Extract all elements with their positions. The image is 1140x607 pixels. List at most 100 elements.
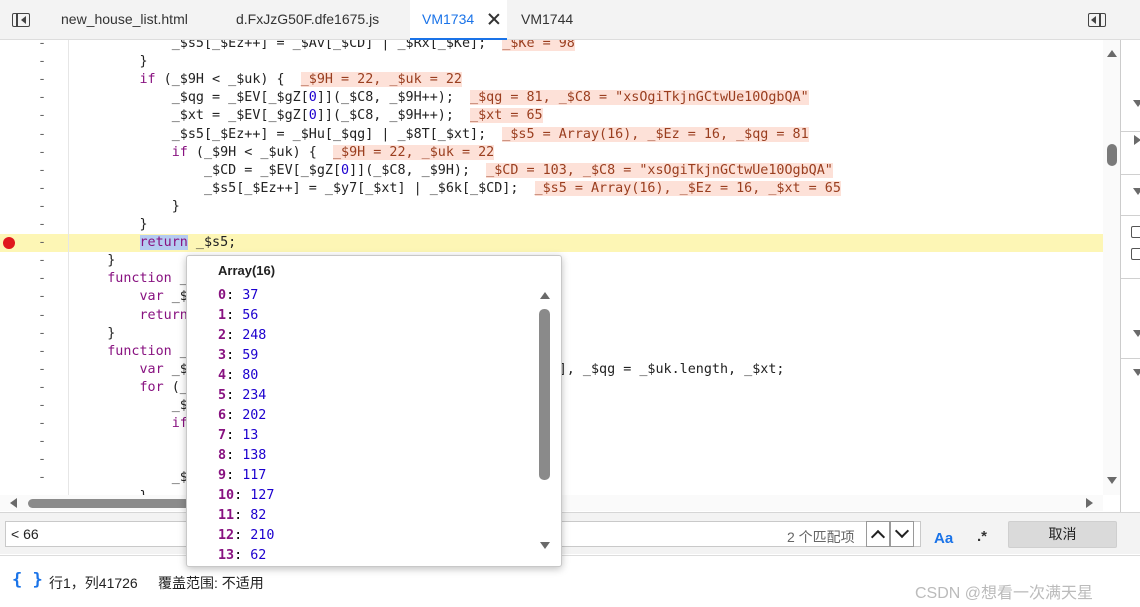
popover-scroll-up-icon[interactable]	[540, 292, 550, 299]
pretty-print-icon[interactable]: { }	[12, 570, 43, 590]
array-entry[interactable]: 7: 13	[218, 426, 258, 446]
line-gutter-mark[interactable]: -	[38, 270, 46, 288]
line-gutter-mark[interactable]: -	[38, 89, 46, 107]
expand-section-icon[interactable]	[1133, 369, 1140, 376]
line-gutter-mark[interactable]: -	[38, 198, 46, 216]
scroll-up-icon[interactable]	[1107, 50, 1117, 57]
scroll-left-icon[interactable]	[10, 498, 17, 508]
option-checkbox[interactable]	[1131, 226, 1140, 238]
inline-value: _$9H = 22, _$uk = 22	[333, 144, 495, 160]
tab-new-house-list[interactable]: new_house_list.html	[61, 0, 188, 39]
code-text: _$xt = _$EV[_$gZ[0]](_$C8, _$9H++); _$xt…	[75, 108, 543, 124]
next-match-button[interactable]	[890, 521, 914, 547]
cancel-button[interactable]: 取消	[1008, 521, 1117, 548]
line-gutter-mark[interactable]: -	[38, 288, 46, 306]
vertical-scroll-thumb[interactable]	[1107, 144, 1117, 166]
code-line[interactable]: - if (_$9H < _$uk) { _$9H = 22, _$uk = 2…	[0, 71, 1103, 89]
line-gutter-mark[interactable]: -	[38, 126, 46, 144]
code-line[interactable]: - _$xt = _$EV[_$gZ[0]](_$C8, _$9H++); _$…	[0, 107, 1103, 125]
line-gutter-mark[interactable]: -	[38, 469, 46, 487]
expand-section-icon[interactable]	[1133, 100, 1140, 107]
line-gutter-mark[interactable]: -	[38, 361, 46, 379]
array-entry[interactable]: 1: 56	[218, 306, 258, 326]
breakpoint-icon[interactable]	[3, 237, 15, 250]
collapse-section-icon[interactable]	[1134, 135, 1140, 145]
array-entry[interactable]: 11: 82	[218, 506, 266, 526]
line-gutter-mark[interactable]: -	[38, 216, 46, 234]
tab-js-file[interactable]: d.FxJzG50F.dfe1675.js	[236, 0, 379, 39]
line-gutter-mark[interactable]: -	[38, 488, 46, 496]
line-gutter-mark[interactable]: -	[38, 252, 46, 270]
array-entry[interactable]: 3: 59	[218, 346, 258, 366]
vertical-scrollbar[interactable]	[1103, 40, 1120, 495]
line-gutter-mark[interactable]: -	[38, 451, 46, 469]
code-line[interactable]: - _$s5[_$Ez++] = _$Av[_$CD] | _$Rx[_$Ke]…	[0, 40, 1103, 53]
array-entry[interactable]: 0: 37	[218, 286, 258, 306]
array-value: 234	[242, 388, 267, 403]
inline-value: _$CD = 103, _$C8 = "xsOgiTkjnGCtwUe10Ogb…	[486, 162, 833, 178]
code-line[interactable]: - }	[0, 53, 1103, 71]
code-text: return _$s5;	[139, 235, 237, 251]
array-index: 9	[218, 468, 227, 483]
previous-match-button[interactable]	[866, 521, 890, 547]
status-bar: { } 行1，列41726 覆盖范围: 不适用 CSDN @想看一次满天星	[0, 555, 1140, 607]
separator: :	[234, 488, 251, 503]
code-line[interactable]: - if (_$9H < _$uk) { _$9H = 22, _$uk = 2…	[0, 144, 1103, 162]
match-case-button[interactable]: Aa	[934, 530, 953, 547]
code-line[interactable]: - _$CD = _$EV[_$gZ[0]](_$C8, _$9H); _$CD…	[0, 162, 1103, 180]
code-text: }	[75, 54, 148, 70]
line-gutter-mark[interactable]: -	[38, 162, 46, 180]
code-line[interactable]: - _$s5[_$Ez++] = _$y7[_$xt] | _$6k[_$CD]…	[0, 180, 1103, 198]
popover-list[interactable]: 0: 37 1: 56 2: 248 3: 59 4: 80 5: 234 6: 202 7:…	[187, 286, 537, 566]
array-entry[interactable]: 8: 138	[218, 446, 266, 466]
horizontal-scroll-thumb[interactable]	[28, 499, 190, 508]
array-entry[interactable]: 12: 210	[218, 526, 274, 546]
toggle-navigator-icon[interactable]	[12, 13, 30, 27]
option-checkbox[interactable]	[1131, 248, 1140, 260]
line-gutter-mark[interactable]: -	[38, 397, 46, 415]
array-entry[interactable]: 2: 248	[218, 326, 266, 346]
code-line[interactable]: - }	[0, 198, 1103, 216]
expand-section-icon[interactable]	[1133, 330, 1140, 337]
scroll-right-icon[interactable]	[1086, 498, 1093, 508]
array-entry[interactable]: 10: 127	[218, 486, 274, 506]
line-gutter-mark[interactable]: -	[38, 40, 46, 53]
array-entry[interactable]: 13: 62	[218, 546, 266, 566]
regex-button[interactable]: .*	[977, 528, 987, 545]
watermark: CSDN @想看一次满天星	[915, 585, 1094, 602]
line-gutter-mark[interactable]: -	[38, 433, 46, 451]
separator: :	[234, 548, 251, 563]
tab-vm1734[interactable]: VM1734	[410, 0, 507, 40]
line-gutter-mark[interactable]: -	[38, 144, 46, 162]
popover-scroll-down-icon[interactable]	[540, 542, 550, 549]
code-line[interactable]: - _$s5[_$Ez++] = _$Hu[_$qg] | _$8T[_$xt]…	[0, 126, 1103, 144]
array-entry[interactable]: 4: 80	[218, 366, 258, 386]
code-line[interactable]: - }	[0, 216, 1103, 234]
line-gutter-mark[interactable]: -	[38, 234, 46, 252]
code-line[interactable]: - return _$s5;	[0, 234, 1103, 253]
line-gutter-mark[interactable]: -	[38, 107, 46, 125]
indent-guide	[68, 40, 69, 495]
array-entry[interactable]: 6: 202	[218, 406, 266, 426]
line-gutter-mark[interactable]: -	[38, 71, 46, 89]
line-gutter-mark[interactable]: -	[38, 180, 46, 198]
code-line[interactable]: - _$qg = _$EV[_$gZ[0]](_$C8, _$9H++); _$…	[0, 89, 1103, 107]
scroll-down-icon[interactable]	[1107, 477, 1117, 484]
line-gutter-mark[interactable]: -	[38, 325, 46, 343]
line-gutter-mark[interactable]: -	[38, 307, 46, 325]
array-entry[interactable]: 9: 117	[218, 466, 266, 486]
toggle-debugger-icon[interactable]	[1088, 13, 1106, 27]
expand-section-icon[interactable]	[1133, 188, 1140, 195]
line-gutter-mark[interactable]: -	[38, 415, 46, 433]
line-gutter-mark[interactable]: -	[38, 53, 46, 71]
popover-scroll-thumb[interactable]	[539, 309, 550, 480]
array-index: 10	[218, 488, 235, 503]
line-gutter-mark[interactable]: -	[38, 379, 46, 397]
inline-value: _$xt = 65	[470, 108, 543, 124]
cursor-position: 行1，列41726	[49, 575, 138, 591]
tab-close-icon[interactable]	[487, 12, 501, 26]
tab-vm1744[interactable]: VM1744	[521, 0, 573, 39]
line-gutter-mark[interactable]: -	[38, 343, 46, 361]
array-entry[interactable]: 5: 234	[218, 386, 266, 406]
code-text: _$CD = _$EV[_$gZ[0]](_$C8, _$9H); _$CD =…	[75, 162, 833, 178]
